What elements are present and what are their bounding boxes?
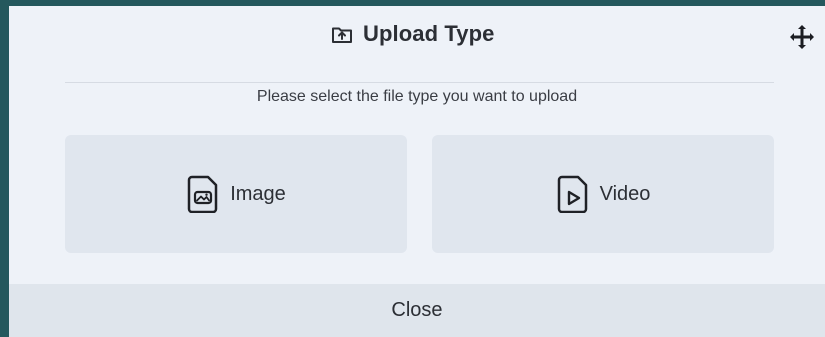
dialog-title: Upload Type [331,19,494,49]
app-backdrop: Upload Type Please select the file type … [0,0,825,337]
close-button[interactable]: Close [373,291,460,331]
image-option-button[interactable]: Image [65,135,407,253]
video-option-label: Video [599,182,651,205]
dialog-footer: Close [9,284,825,337]
image-option-label: Image [230,182,286,205]
dialog-header: Upload Type [9,6,825,64]
file-type-choices: Image Video [65,135,774,253]
move-icon[interactable] [789,24,815,50]
video-file-icon [556,175,590,213]
upload-folder-icon [331,23,353,45]
upload-type-dialog: Upload Type Please select the file type … [9,6,825,337]
header-divider [65,82,774,83]
dialog-title-text: Upload Type [363,21,495,46]
dialog-subtitle: Please select the file type you want to … [256,88,578,105]
video-option-button[interactable]: Video [432,135,774,253]
image-file-icon [186,175,220,213]
